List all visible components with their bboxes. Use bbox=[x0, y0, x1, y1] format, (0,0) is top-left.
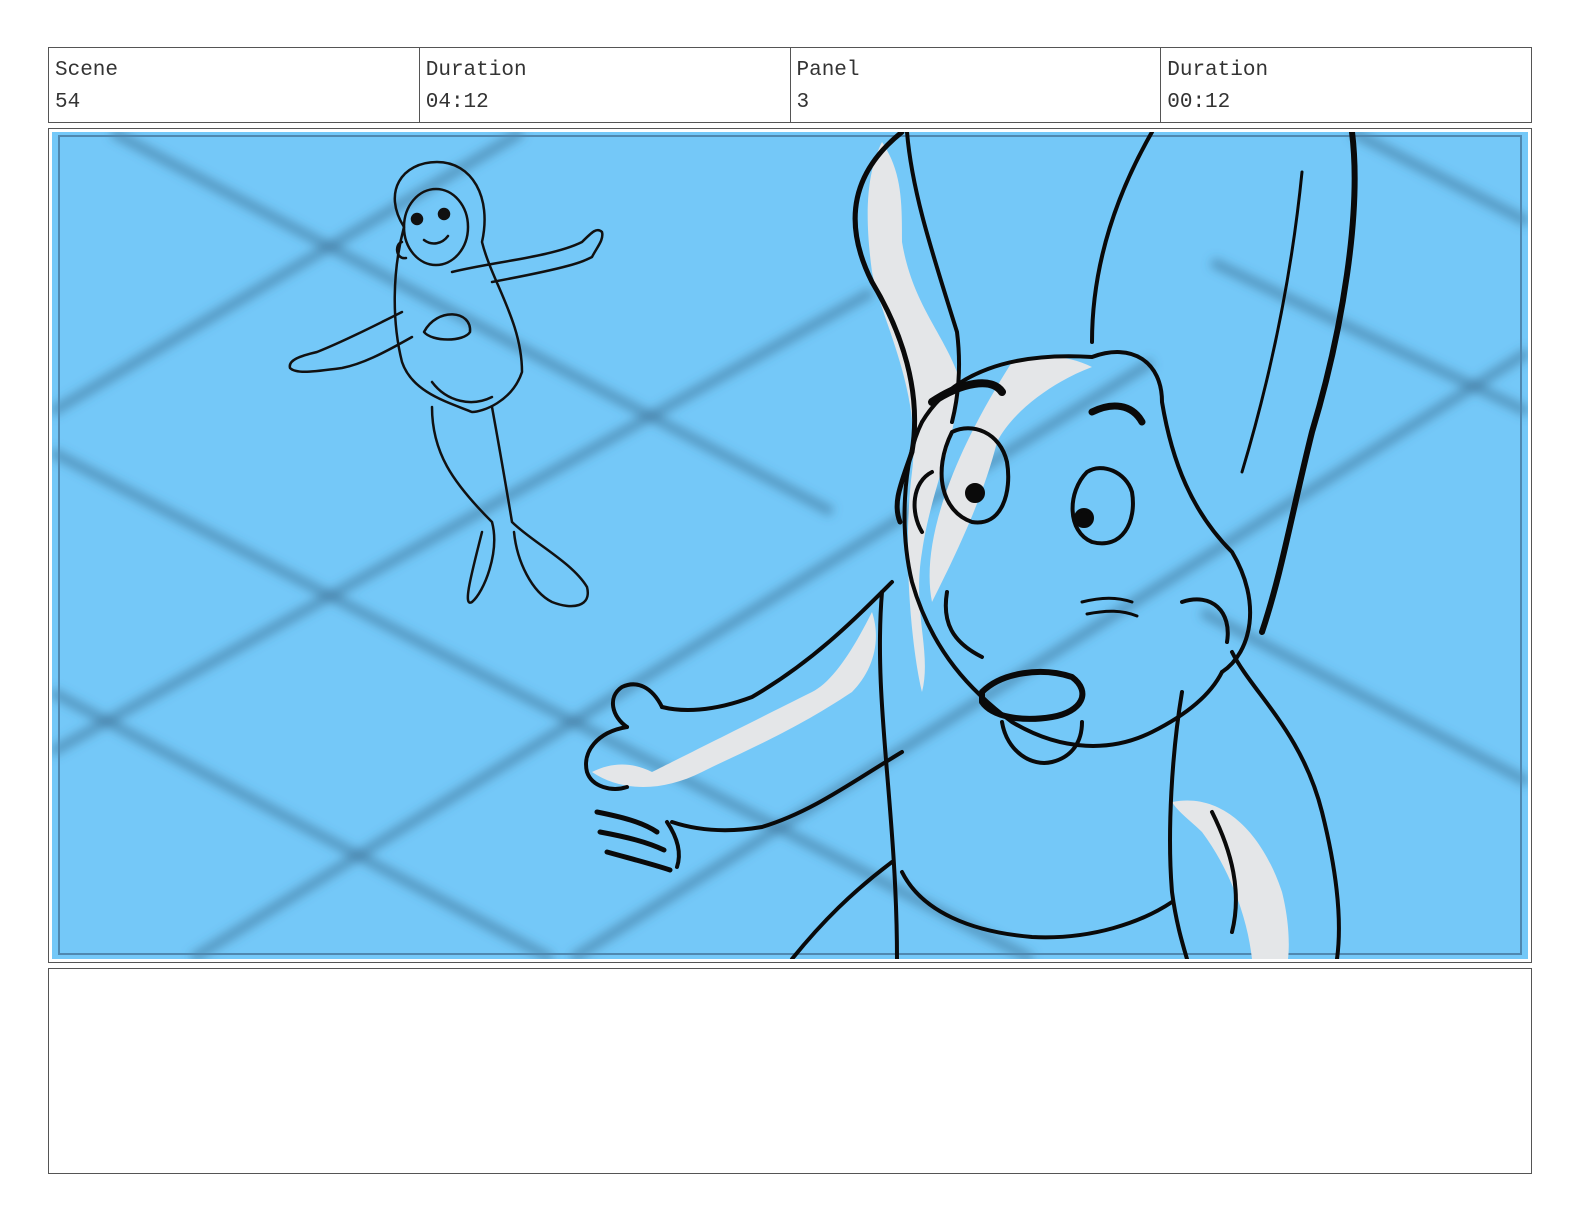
storyboard-panel-image[interactable] bbox=[52, 132, 1528, 959]
storyboard-panel-frame bbox=[48, 128, 1532, 963]
panel-duration-cell: Duration 00:12 bbox=[1161, 48, 1531, 122]
panel-duration-label: Duration bbox=[1167, 59, 1269, 82]
scene-duration-label: Duration bbox=[425, 59, 527, 82]
panel-label: Panel bbox=[796, 59, 860, 82]
panel-duration-value[interactable]: 00:12 bbox=[1167, 87, 1531, 119]
mermaid-sketch bbox=[288, 160, 604, 608]
scene-label: Scene bbox=[55, 59, 119, 82]
panel-sketch bbox=[52, 132, 1528, 959]
background-grid bbox=[52, 132, 1528, 959]
panel-cell: Panel 3 bbox=[791, 48, 1162, 122]
panel-value[interactable]: 3 bbox=[797, 87, 1161, 119]
scene-duration-value[interactable]: 04:12 bbox=[426, 87, 790, 119]
scene-duration-cell: Duration 04:12 bbox=[420, 48, 791, 122]
scene-value[interactable]: 54 bbox=[55, 87, 419, 119]
scene-cell: Scene 54 bbox=[49, 48, 420, 122]
panel-info-header: Scene 54 Duration 04:12 Panel 3 Duration… bbox=[48, 47, 1532, 123]
panel-notes-area[interactable] bbox=[48, 968, 1532, 1174]
creature-highlights bbox=[592, 142, 1289, 959]
